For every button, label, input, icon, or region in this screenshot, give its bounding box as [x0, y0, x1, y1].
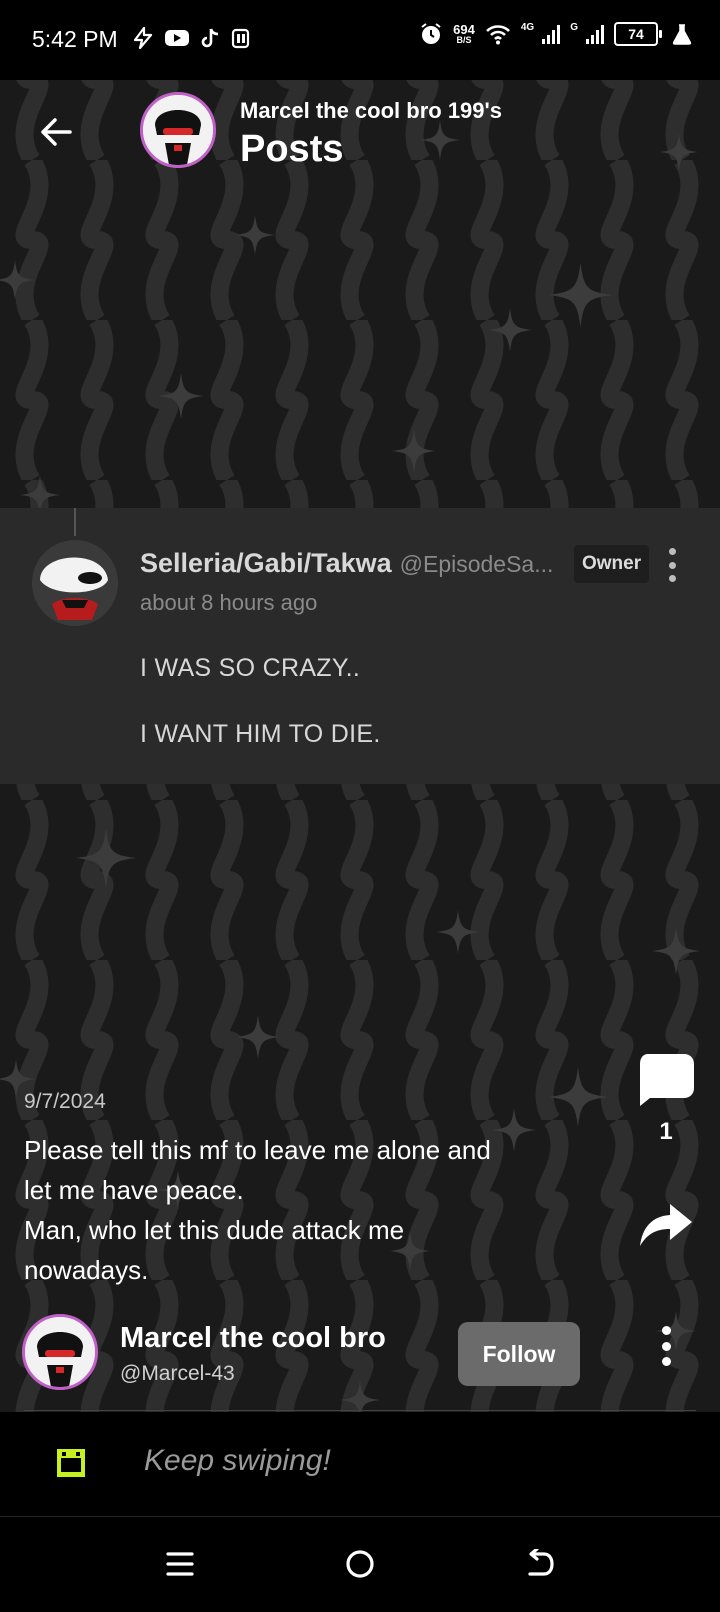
ghost-avatar-icon [32, 540, 118, 626]
share-arrow-icon [640, 1204, 692, 1246]
bolt-notification-icon [133, 27, 153, 49]
menu-icon [166, 1552, 194, 1576]
comment-text-line: I WAS SO CRAZY.. [140, 654, 361, 682]
signal-icon-1 [542, 24, 561, 44]
signal-icon-2 [586, 24, 604, 44]
post-author-avatar[interactable] [22, 1314, 98, 1390]
quoted-comment-card[interactable]: Selleria/Gabi/Takwa @EpisodeSa... Owner … [0, 508, 720, 784]
divider [24, 1410, 696, 1411]
green-face-icon [57, 1449, 85, 1477]
comment-timestamp: about 8 hours ago [140, 590, 318, 615]
character-avatar-icon [25, 1317, 95, 1387]
post-more-button[interactable] [656, 1326, 676, 1366]
comment-text-line: I WANT HIM TO DIE. [140, 720, 381, 748]
flask-icon [672, 24, 692, 45]
header-avatar[interactable] [140, 92, 216, 168]
status-bar: 5:42 PM 694 B/S 4G G 74 [0, 0, 720, 80]
comments-button[interactable] [636, 1050, 696, 1110]
speech-bubble-icon [640, 1054, 694, 1106]
swipe-hint-bar[interactable]: Keep swiping! [0, 1412, 720, 1517]
character-avatar-icon [143, 95, 213, 165]
notification-icons [132, 27, 252, 49]
thread-connector [74, 508, 76, 536]
vertical-dots-icon [668, 548, 676, 555]
post-text: Please tell this mf to leave me alone an… [24, 1135, 491, 1285]
share-button[interactable] [636, 1200, 696, 1250]
status-time: 5:42 PM [32, 26, 118, 52]
page-header: Marcel the cool bro 199's Posts [0, 80, 720, 190]
comment-author-avatar[interactable] [32, 540, 118, 626]
nav-home-button[interactable] [335, 1539, 385, 1589]
follow-button[interactable]: Follow [458, 1322, 580, 1386]
back-button[interactable] [32, 108, 80, 156]
system-nav-bar [0, 1517, 720, 1612]
home-circle-icon [346, 1550, 374, 1578]
post-date: 9/7/2024 [24, 1090, 106, 1113]
owner-badge: Owner [574, 545, 650, 583]
post-author-name[interactable]: Marcel the cool bro [120, 1322, 390, 1355]
vertical-dots-icon [661, 1326, 671, 1335]
page-title: Posts [240, 128, 344, 170]
nav-back-button[interactable] [515, 1539, 565, 1589]
back-icon [528, 1549, 554, 1576]
alarm-icon [421, 23, 441, 44]
post-author-handle: @Marcel-43 [120, 1362, 235, 1385]
arrow-left-icon [41, 118, 72, 146]
wifi-icon [485, 25, 510, 45]
tiktok-icon [201, 28, 219, 48]
header-subtitle: Marcel the cool bro 199's [240, 98, 502, 123]
battery-icon: 74 [614, 22, 662, 46]
comment-count: 1 [659, 1118, 673, 1145]
comment-author-name[interactable]: Selleria/Gabi/Takwa [140, 548, 392, 579]
swipe-hint-text: Keep swiping! [144, 1444, 331, 1477]
post-author-row: Marcel the cool bro @Marcel-43 Follow [0, 1310, 720, 1406]
network-speed: 694 B/S [453, 22, 475, 45]
youtube-icon [165, 30, 189, 46]
status-right: 694 B/S 4G G 74 [419, 22, 692, 46]
nav-menu-button[interactable] [155, 1539, 205, 1589]
app-notification-icon [231, 28, 250, 49]
comment-more-button[interactable] [660, 548, 684, 582]
comment-author-handle: @EpisodeSa... [399, 551, 554, 577]
comment-author-row: Selleria/Gabi/Takwa @EpisodeSa... [140, 548, 570, 579]
